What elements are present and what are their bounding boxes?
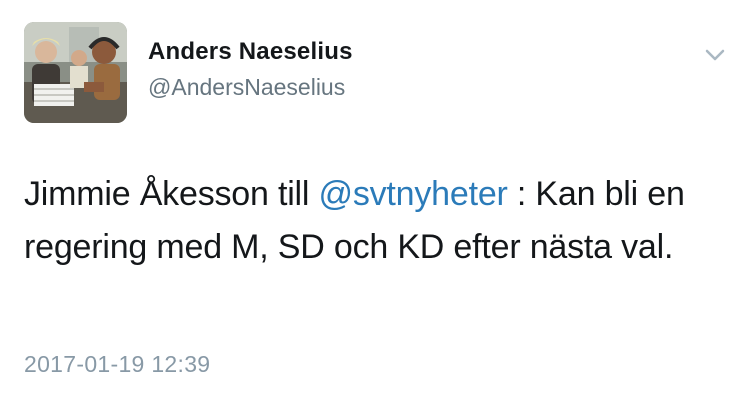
tweet-text: Jimmie Åkesson till @svtnyheter : Kan bl… <box>24 168 729 274</box>
mention-link[interactable]: @svtnyheter <box>319 175 508 213</box>
tweet-card: Anders Naeselius @AndersNaeselius Jimmie… <box>0 0 750 404</box>
tweet-menu-button[interactable] <box>700 40 730 70</box>
tweet-text-before: Jimmie Åkesson till <box>24 175 319 213</box>
avatar[interactable] <box>24 22 127 123</box>
author-name[interactable]: Anders Naeselius <box>148 38 353 66</box>
tweet-timestamp[interactable]: 2017-01-19 12:39 <box>24 351 210 378</box>
author-handle[interactable]: @AndersNaeselius <box>148 74 345 101</box>
chevron-down-icon <box>705 49 725 61</box>
profile-photo-icon <box>24 22 127 123</box>
